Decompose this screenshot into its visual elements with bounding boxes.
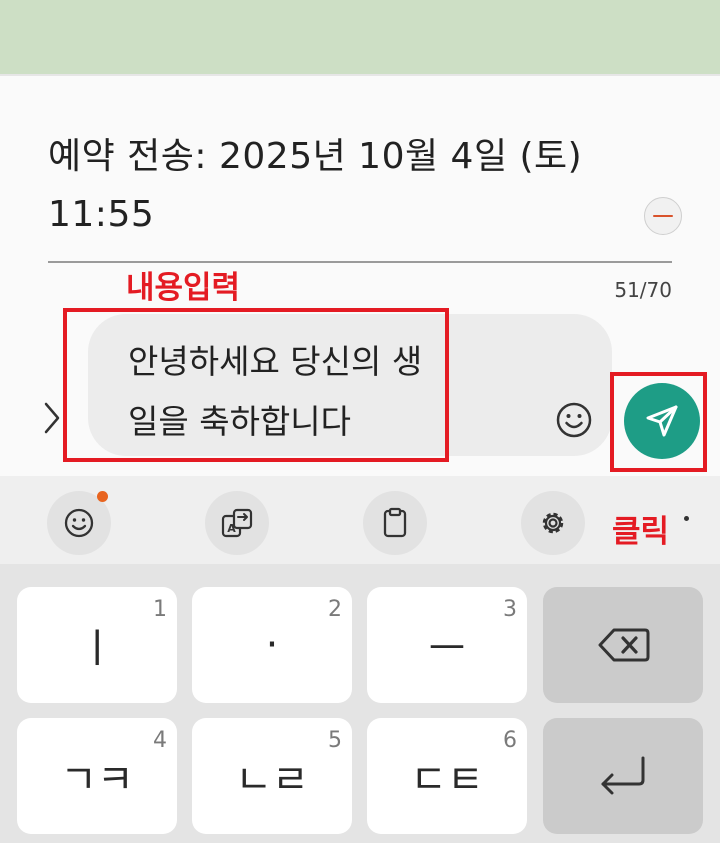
key-number: 3 — [503, 597, 517, 622]
enter-key[interactable] — [543, 718, 703, 834]
notification-dot — [97, 491, 108, 502]
enter-icon — [601, 756, 645, 795]
annotation-input-label: 내용입력 — [126, 270, 241, 306]
key-number: 1 — [153, 597, 167, 622]
key-number: 4 — [153, 728, 167, 753]
character-counter: 51/70 — [614, 278, 672, 302]
key-vowel-dot[interactable]: · 2 — [192, 587, 352, 703]
chevron-right-icon[interactable] — [40, 400, 64, 436]
annotation-click-label: 클릭 — [612, 514, 670, 550]
key-consonant-n-r[interactable]: ㄴㄹ 5 — [192, 718, 352, 834]
minus-icon — [653, 215, 673, 217]
clipboard-icon — [383, 507, 407, 538]
key-number: 5 — [328, 728, 342, 753]
annotation-input-box — [63, 308, 449, 462]
toolbar-settings-button[interactable] — [521, 491, 585, 555]
key-number: 6 — [503, 728, 517, 753]
key-number: 2 — [328, 597, 342, 622]
scheduled-send-text: 예약 전송: 2025년 10월 4일 (토) 11:55 — [48, 136, 583, 235]
top-background-strip — [0, 0, 720, 75]
key-consonant-g-k[interactable]: ㄱㅋ 4 — [17, 718, 177, 834]
annotation-send-box — [610, 372, 707, 472]
backspace-key[interactable] — [543, 587, 703, 703]
svg-text:A: A — [227, 522, 236, 535]
toolbar-clipboard-button[interactable] — [363, 491, 427, 555]
key-vowel-i[interactable]: ㅣ 1 — [17, 587, 177, 703]
emoji-icon[interactable] — [554, 400, 594, 440]
emoji-icon — [64, 508, 94, 538]
annotation-dot — [684, 516, 689, 521]
backspace-icon — [598, 628, 650, 662]
remove-schedule-button[interactable] — [644, 197, 682, 235]
translate-icon: A — [221, 508, 253, 538]
key-consonant-d-t[interactable]: ㄷㅌ 6 — [367, 718, 527, 834]
toolbar-translate-button[interactable]: A — [205, 491, 269, 555]
settings-icon — [542, 512, 564, 534]
key-vowel-eu[interactable]: ㅡ 3 — [367, 587, 527, 703]
